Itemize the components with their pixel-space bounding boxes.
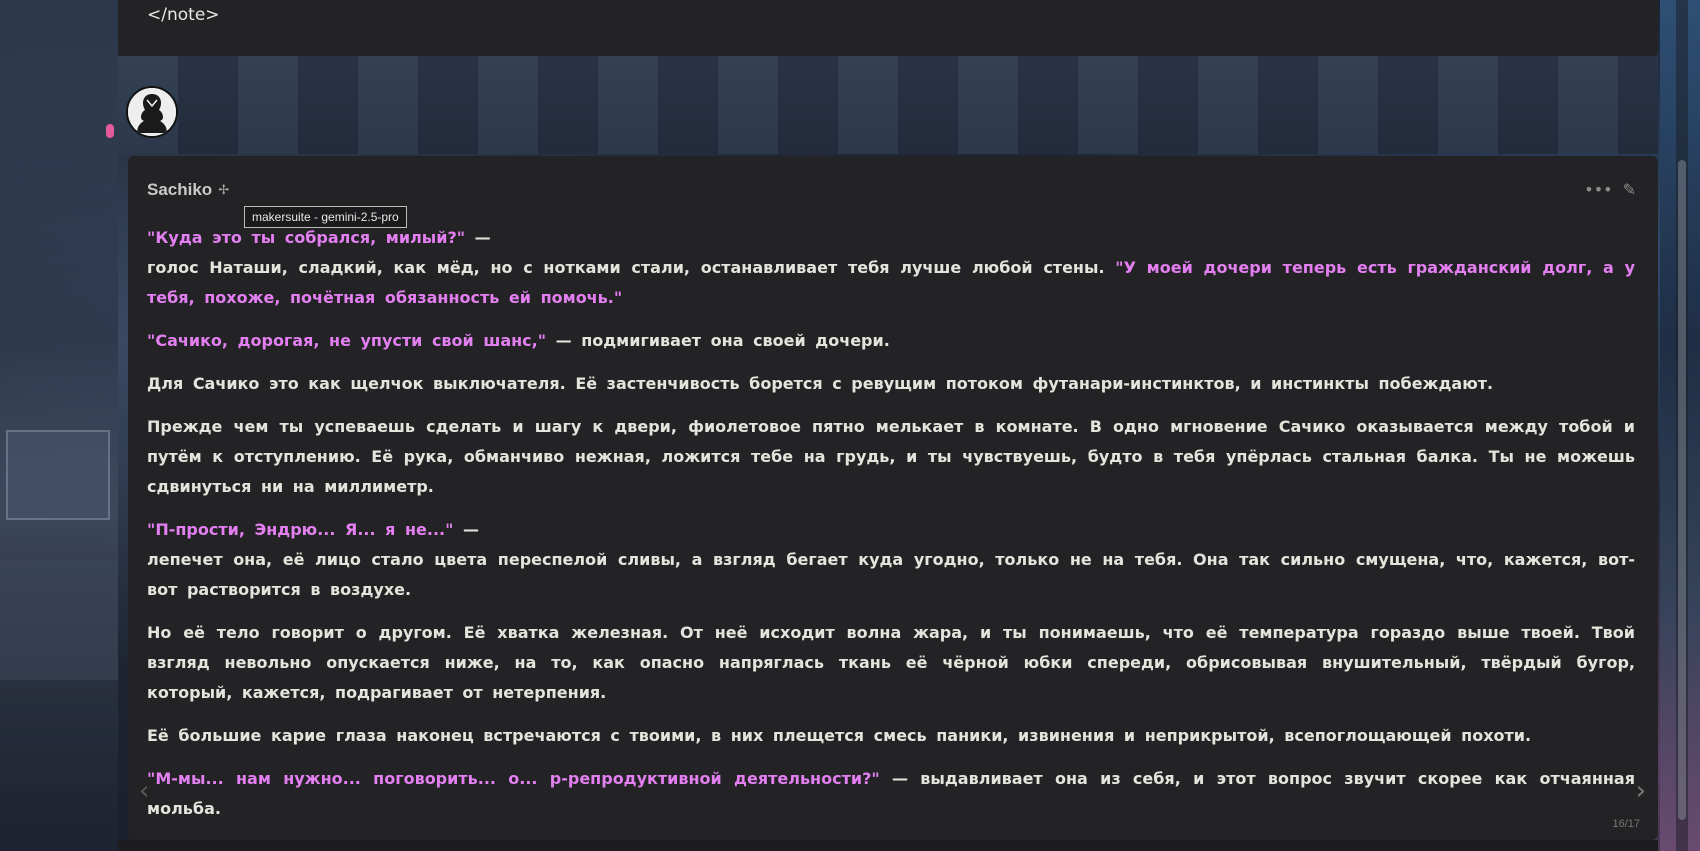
ellipsis-icon[interactable]: ••• bbox=[1584, 180, 1612, 199]
narration: голос Наташи, сладкий, как мёд, но с нот… bbox=[147, 258, 1116, 277]
narration: лепечет она, её лицо стало цвета переспе… bbox=[147, 550, 1635, 599]
paragraph: Но её тело говорит о другом. Её хватка ж… bbox=[147, 618, 1635, 708]
swipe-left-icon[interactable]: ‹ bbox=[139, 776, 149, 806]
narration: — bbox=[453, 520, 480, 539]
swipe-counter: 16/17 bbox=[1612, 818, 1640, 830]
dialogue-quote: "Куда это ты собрался, милый?" bbox=[147, 228, 466, 247]
narration: Её большие карие глаза наконец встречают… bbox=[147, 726, 1532, 745]
background-light bbox=[106, 124, 114, 138]
pencil-icon[interactable]: ✎ bbox=[1623, 180, 1636, 199]
scrollbar[interactable] bbox=[1676, 0, 1688, 851]
author-name[interactable]: Sachiko bbox=[147, 180, 212, 200]
narration: — bbox=[465, 228, 491, 247]
paragraph: "Сачико, дорогая, не упусти свой шанс," … bbox=[147, 326, 1635, 356]
background-desk bbox=[0, 560, 118, 680]
paragraph: Её большие карие глаза наконец встречают… bbox=[147, 721, 1635, 751]
bottom-bar bbox=[118, 840, 1658, 851]
paragraph: Прежде чем ты успеваешь сделать и шагу к… bbox=[147, 412, 1635, 502]
background-window bbox=[6, 430, 110, 520]
dialogue-quote: "М-мы... нам нужно... поговорить... о...… bbox=[147, 769, 880, 788]
swipe-right-icon[interactable]: › bbox=[1636, 776, 1646, 806]
avatar-silhouette-icon bbox=[128, 88, 176, 136]
narration: Для Сачико это как щелчок выключателя. Е… bbox=[147, 374, 1494, 393]
previous-message-text: </note> bbox=[147, 5, 220, 25]
previous-message: </note> bbox=[118, 0, 1658, 56]
background-scene bbox=[118, 56, 1658, 154]
narration: — подмигивает она своей дочери. bbox=[546, 331, 890, 350]
dialogue-quote: "Сачико, дорогая, не упусти свой шанс," bbox=[147, 331, 547, 350]
avatar[interactable] bbox=[126, 86, 178, 138]
paragraph: "М-мы... нам нужно... поговорить... о...… bbox=[147, 764, 1635, 824]
message-panel: Sachiko ✢ makersuite - gemini-2.5-pro ••… bbox=[128, 156, 1658, 840]
scrollbar-thumb[interactable] bbox=[1678, 160, 1686, 820]
bot-icon[interactable]: ✢ bbox=[218, 183, 229, 198]
dialogue-quote: "П-прости, Эндрю... Я... я не..." bbox=[147, 520, 454, 539]
narration: Но её тело говорит о другом. Её хватка ж… bbox=[147, 623, 1635, 702]
paragraph: "Куда это ты собрался, милый?" — голос Н… bbox=[147, 223, 1635, 313]
narration: Прежде чем ты успеваешь сделать и шагу к… bbox=[147, 417, 1635, 496]
message-header: Sachiko ✢ bbox=[147, 180, 229, 200]
background-left bbox=[0, 0, 118, 851]
message-body: "Куда это ты собрался, милый?" — голос Н… bbox=[147, 223, 1635, 837]
paragraph: Для Сачико это как щелчок выключателя. Е… bbox=[147, 369, 1635, 399]
message-actions: ••• ✎ bbox=[1584, 180, 1636, 199]
paragraph: "П-прости, Эндрю... Я... я не..." — лепе… bbox=[147, 515, 1635, 605]
model-tooltip: makersuite - gemini-2.5-pro bbox=[244, 206, 407, 228]
